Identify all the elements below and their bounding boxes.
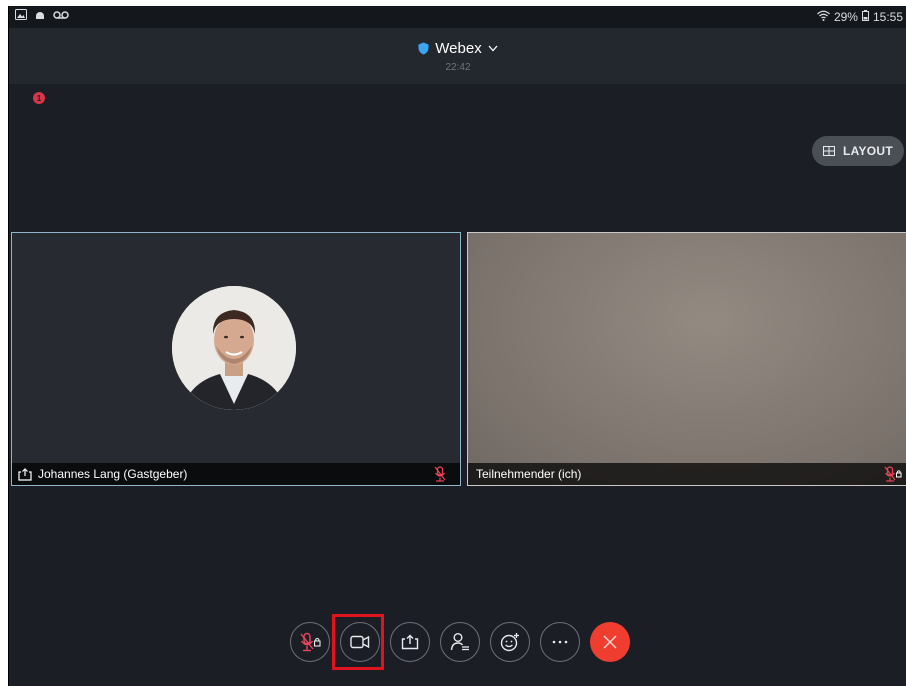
- meeting-controls: [290, 614, 630, 670]
- share-icon: [401, 634, 419, 650]
- close-icon: [602, 634, 618, 650]
- meeting-header: Webex 22:42: [9, 28, 906, 84]
- mute-button[interactable]: [290, 622, 330, 662]
- mic-muted-icon: [434, 466, 446, 482]
- gallery-icon: [15, 9, 27, 23]
- participants-button[interactable]: [440, 622, 480, 662]
- more-button[interactable]: [540, 622, 580, 662]
- voicemail-icon: [53, 9, 69, 23]
- reaction-icon: [500, 632, 520, 652]
- video-tile-self[interactable]: Teilnehmender (ich): [467, 232, 906, 486]
- participant-name-bar: Teilnehmender (ich): [468, 463, 906, 485]
- meeting-title: Webex: [435, 40, 482, 57]
- reactions-button[interactable]: [490, 622, 530, 662]
- status-left-icons: [15, 9, 69, 23]
- status-right: 29% 15:55: [816, 10, 903, 24]
- avatar: [172, 286, 296, 410]
- android-icon: [35, 9, 45, 23]
- meeting-title-dropdown[interactable]: Webex: [9, 40, 906, 57]
- participant-name: Teilnehmender (ich): [476, 467, 582, 481]
- more-icon: [551, 640, 569, 644]
- participants-icon: [450, 632, 470, 652]
- participant-name-bar: Johannes Lang (Gastgeber): [12, 463, 460, 485]
- clock: 15:55: [872, 10, 903, 24]
- mic-muted-icon: [299, 632, 321, 652]
- video-button-wrap: [332, 614, 384, 670]
- meeting-duration: 22:42: [445, 62, 471, 73]
- video-tile-host[interactable]: Johannes Lang (Gastgeber): [11, 232, 461, 486]
- battery-percent: 29%: [833, 10, 858, 24]
- webex-meeting-screen: 29% 15:55 Webex 22:42 1 LAYOUT Johannes …: [8, 6, 906, 686]
- layout-button[interactable]: LAYOUT: [812, 136, 904, 166]
- chevron-down-icon: [488, 45, 498, 52]
- wifi-icon: [816, 10, 830, 24]
- notification-badge[interactable]: 1: [33, 92, 45, 104]
- shield-icon: [418, 42, 429, 55]
- mic-muted-lock-icon: [884, 466, 902, 482]
- status-bar: 29% 15:55: [9, 6, 906, 28]
- share-icon: [18, 467, 32, 481]
- grid-icon: [822, 146, 835, 156]
- share-button[interactable]: [390, 622, 430, 662]
- participant-name: Johannes Lang (Gastgeber): [38, 467, 188, 481]
- battery-icon: [861, 10, 869, 24]
- leave-meeting-button[interactable]: [590, 622, 630, 662]
- highlight-box: [332, 614, 384, 670]
- layout-button-label: LAYOUT: [842, 144, 894, 158]
